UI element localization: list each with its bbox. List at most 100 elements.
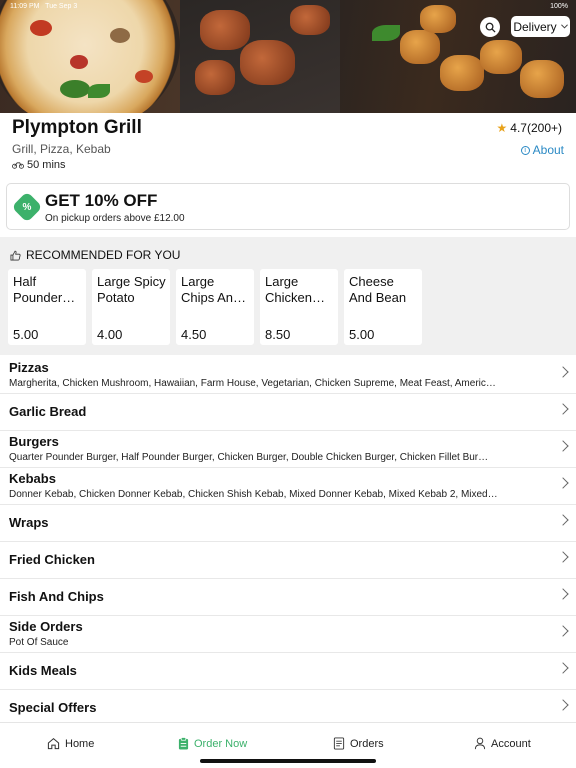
herb-leaf bbox=[88, 84, 110, 98]
restaurant-rating: ★ 4.7(200+) bbox=[497, 121, 562, 135]
chevron-right-icon bbox=[557, 403, 569, 415]
tab-orders[interactable]: Orders bbox=[333, 737, 384, 750]
chevron-right-icon bbox=[557, 477, 569, 489]
category-name: Garlic Bread bbox=[9, 404, 87, 419]
category-name: Special Offers bbox=[9, 700, 97, 715]
topping bbox=[30, 20, 52, 36]
offer-title: GET 10% OFF bbox=[45, 191, 158, 210]
tab-label: Order Now bbox=[194, 737, 248, 750]
topping bbox=[60, 80, 90, 98]
topping bbox=[70, 55, 88, 69]
about-label: About bbox=[532, 143, 564, 157]
herb-leaf bbox=[372, 25, 400, 41]
category-description: Margherita, Chicken Mushroom, Hawaiian, … bbox=[9, 378, 496, 389]
category-name: Burgers bbox=[9, 434, 59, 449]
kebab-piece bbox=[440, 55, 484, 91]
home-icon bbox=[47, 737, 60, 750]
status-battery: 100% bbox=[550, 3, 568, 10]
category-name: Pizzas bbox=[9, 360, 49, 375]
eta-value: 50 mins bbox=[27, 159, 66, 171]
chevron-right-icon bbox=[557, 588, 569, 600]
status-bar: 11:09 PM Tue Sep 3 100% bbox=[0, 3, 576, 13]
recommended-list: Half Pounder Burger 5.00 Large Spicy Pot… bbox=[8, 269, 422, 345]
recommended-item[interactable]: Half Pounder Burger 5.00 bbox=[8, 269, 86, 345]
tab-label: Orders bbox=[350, 737, 384, 750]
info-icon: i bbox=[520, 145, 530, 155]
grilled-meat bbox=[240, 40, 295, 85]
chevron-right-icon bbox=[557, 514, 569, 526]
rating-value: 4.7(200+) bbox=[510, 121, 562, 135]
kebab-piece bbox=[480, 40, 522, 74]
restaurant-name: Plympton Grill bbox=[12, 117, 142, 138]
category-row-wraps[interactable]: Wraps bbox=[0, 505, 576, 542]
recommended-section: RECOMMENDED FOR YOU Half Pounder Burger … bbox=[0, 237, 576, 355]
item-price: 8.50 bbox=[265, 327, 291, 342]
chevron-right-icon bbox=[557, 625, 569, 637]
about-link[interactable]: i About bbox=[520, 143, 564, 157]
category-name: Kids Meals bbox=[9, 663, 77, 678]
discount-badge-icon: % bbox=[11, 191, 43, 223]
receipt-icon bbox=[333, 737, 345, 750]
item-price: 5.00 bbox=[13, 327, 39, 342]
item-price: 4.00 bbox=[97, 327, 123, 342]
category-description: Donner Kebab, Chicken Donner Kebab, Chic… bbox=[9, 489, 498, 500]
status-time: 11:09 PM Tue Sep 3 bbox=[10, 3, 78, 10]
offer-banner[interactable]: % GET 10% OFF On pickup orders above £12… bbox=[6, 183, 570, 230]
grilled-meat bbox=[200, 10, 250, 50]
recommended-item[interactable]: Large Spicy Potato 4.00 bbox=[92, 269, 170, 345]
item-price: 5.00 bbox=[349, 327, 375, 342]
recommended-item[interactable]: Cheese And Bean 5.00 bbox=[344, 269, 422, 345]
tab-order-now[interactable]: Order Now bbox=[178, 737, 247, 750]
item-name: Large Chips And Cheese bbox=[181, 274, 241, 305]
menu-categories: Pizzas Margherita, Chicken Mushroom, Haw… bbox=[0, 357, 576, 727]
category-row-kebabs[interactable]: Kebabs Donner Kebab, Chicken Donner Keba… bbox=[0, 468, 576, 505]
item-name: Half Pounder Burger bbox=[13, 274, 63, 305]
kebab-piece bbox=[400, 30, 440, 64]
category-name: Fried Chicken bbox=[9, 552, 95, 567]
category-name: Wraps bbox=[9, 515, 49, 530]
tab-account[interactable]: Account bbox=[474, 737, 531, 750]
chevron-right-icon bbox=[557, 366, 569, 378]
thumbs-up-icon bbox=[10, 250, 21, 260]
category-name: Side Orders bbox=[9, 619, 83, 634]
chevron-right-icon bbox=[557, 699, 569, 711]
chevron-right-icon bbox=[557, 662, 569, 674]
delivery-mode-label: Delivery bbox=[513, 19, 557, 34]
recommended-item[interactable]: Large Chicken Shish 8.50 bbox=[260, 269, 338, 345]
user-icon bbox=[474, 737, 486, 750]
chevron-right-icon bbox=[557, 551, 569, 563]
item-price: 4.50 bbox=[181, 327, 207, 342]
topping bbox=[110, 28, 130, 43]
category-row-burgers[interactable]: Burgers Quarter Pounder Burger, Half Pou… bbox=[0, 431, 576, 468]
recommended-item[interactable]: Large Chips And Cheese 4.50 bbox=[176, 269, 254, 345]
category-row-fried-chicken[interactable]: Fried Chicken bbox=[0, 542, 576, 579]
chevron-right-icon bbox=[557, 440, 569, 452]
chevron-down-icon bbox=[560, 24, 568, 29]
recommended-heading: RECOMMENDED FOR YOU bbox=[10, 248, 180, 262]
category-row-kids-meals[interactable]: Kids Meals bbox=[0, 653, 576, 690]
category-row-side-orders[interactable]: Side Orders Pot Of Sauce bbox=[0, 616, 576, 653]
search-icon bbox=[485, 22, 496, 33]
item-name: Large Spicy Potato bbox=[97, 274, 166, 305]
category-row-fish-and-chips[interactable]: Fish And Chips bbox=[0, 579, 576, 616]
category-description: Quarter Pounder Burger, Half Pounder Bur… bbox=[9, 452, 489, 463]
kebab-piece bbox=[520, 60, 564, 98]
topping bbox=[135, 70, 153, 83]
order-icon bbox=[178, 737, 189, 750]
delivery-mode-select[interactable]: Delivery bbox=[511, 16, 570, 37]
cuisine-list: Grill, Pizza, Kebab bbox=[12, 142, 111, 156]
tab-label: Home bbox=[65, 737, 95, 750]
item-name: Large Chicken Shish bbox=[265, 274, 312, 305]
search-button[interactable] bbox=[480, 17, 500, 37]
tab-home[interactable]: Home bbox=[47, 737, 94, 750]
grilled-meat bbox=[195, 60, 235, 95]
category-description: Pot Of Sauce bbox=[9, 637, 69, 648]
offer-subtitle: On pickup orders above £12.00 bbox=[45, 213, 185, 224]
delivery-eta: 50 mins bbox=[12, 159, 66, 171]
category-row-garlic-bread[interactable]: Garlic Bread bbox=[0, 394, 576, 431]
category-name: Kebabs bbox=[9, 471, 56, 486]
category-row-pizzas[interactable]: Pizzas Margherita, Chicken Mushroom, Haw… bbox=[0, 357, 576, 394]
home-indicator bbox=[200, 759, 376, 763]
tab-label: Account bbox=[491, 737, 531, 750]
category-name: Fish And Chips bbox=[9, 589, 104, 604]
